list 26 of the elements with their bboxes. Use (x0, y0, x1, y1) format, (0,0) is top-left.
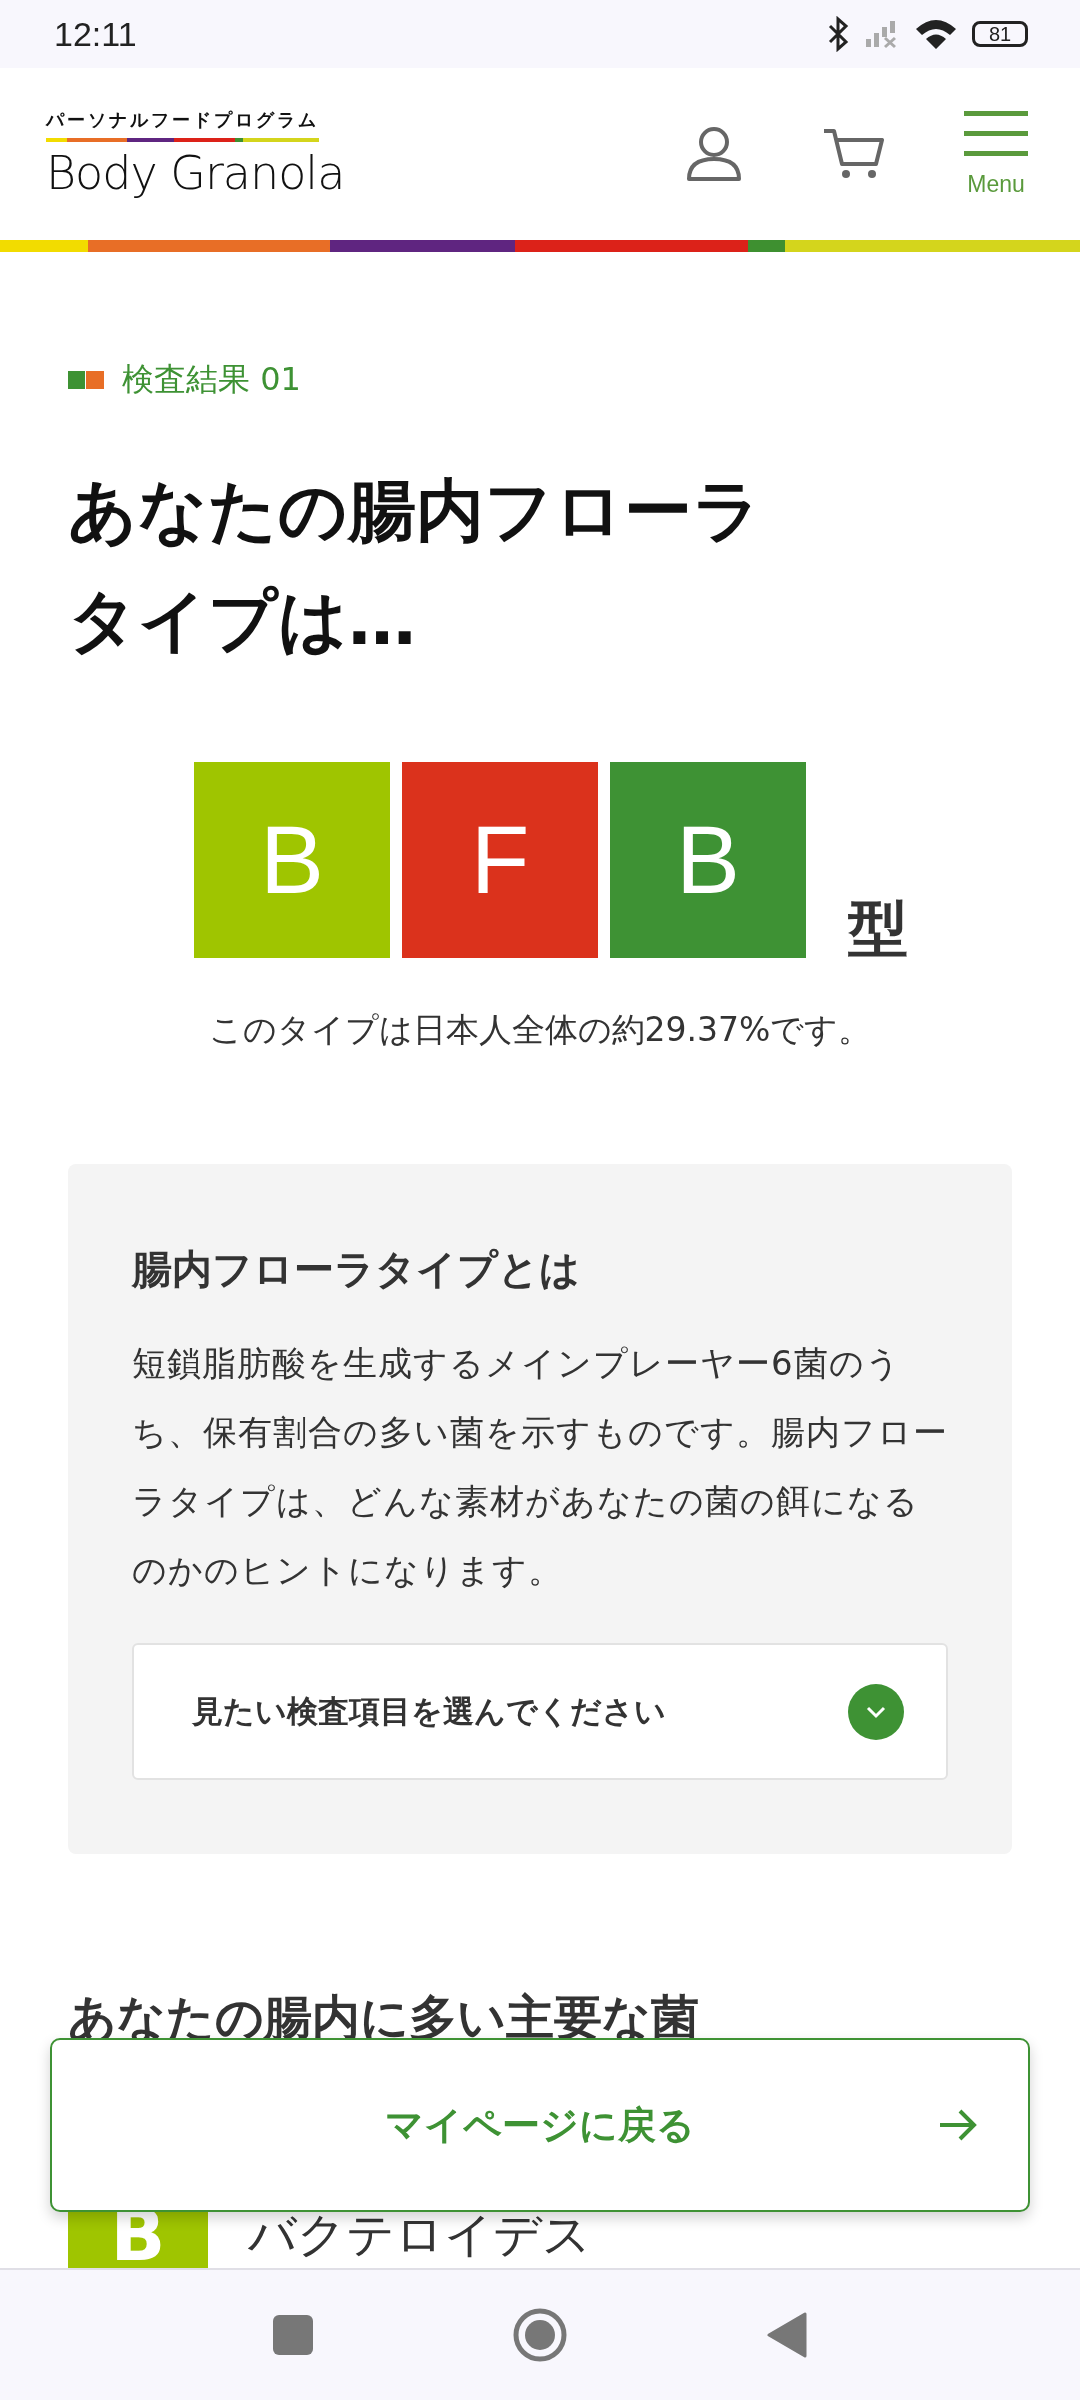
type-suffix: 型 (848, 898, 908, 958)
wifi-icon (914, 17, 958, 51)
type-letter-tile: B (194, 762, 390, 958)
back-to-mypage-button[interactable]: マイページに戻る (50, 2038, 1030, 2212)
label-marker-icon (68, 371, 104, 389)
account-icon[interactable] (686, 126, 742, 182)
type-caption: このタイプは日本人全体の約29.37%です。 (207, 1009, 873, 1051)
logo-wordmark[interactable]: Body Granola (46, 146, 345, 200)
info-text: 短鎖脂肪酸を生成するメインプレーヤー6菌のうち、保有割合の多い菌を示すものです。腸内フローラタイプは、どんな素材があなたの菌の餌になるのかのヒントになります。 (132, 1342, 948, 1592)
result-title: あなたの腸内フローラ (68, 470, 763, 552)
bluetooth-icon (826, 16, 850, 52)
battery-icon: 81 (972, 21, 1028, 47)
logo-tagline: パーソナルフードプログラム (46, 108, 319, 142)
section-label: 検査結果 01 (122, 359, 301, 400)
result-title: タイプは… (68, 580, 417, 662)
menu-icon (964, 110, 1028, 157)
type-letter-tile: F (402, 762, 598, 958)
type-letter-tile: B (610, 762, 806, 958)
chevron-icon (848, 1683, 904, 1740)
arrow-right-icon (938, 2107, 978, 2143)
home-button[interactable] (513, 2308, 567, 2362)
info-title: 腸内フローラタイプとは (132, 1245, 581, 1294)
back-button[interactable] (767, 2312, 807, 2358)
cart-icon[interactable] (822, 128, 884, 180)
item-select[interactable]: 見たい検査項目を選んでください (132, 1643, 948, 1780)
clock-time: 12:11 (54, 14, 138, 54)
